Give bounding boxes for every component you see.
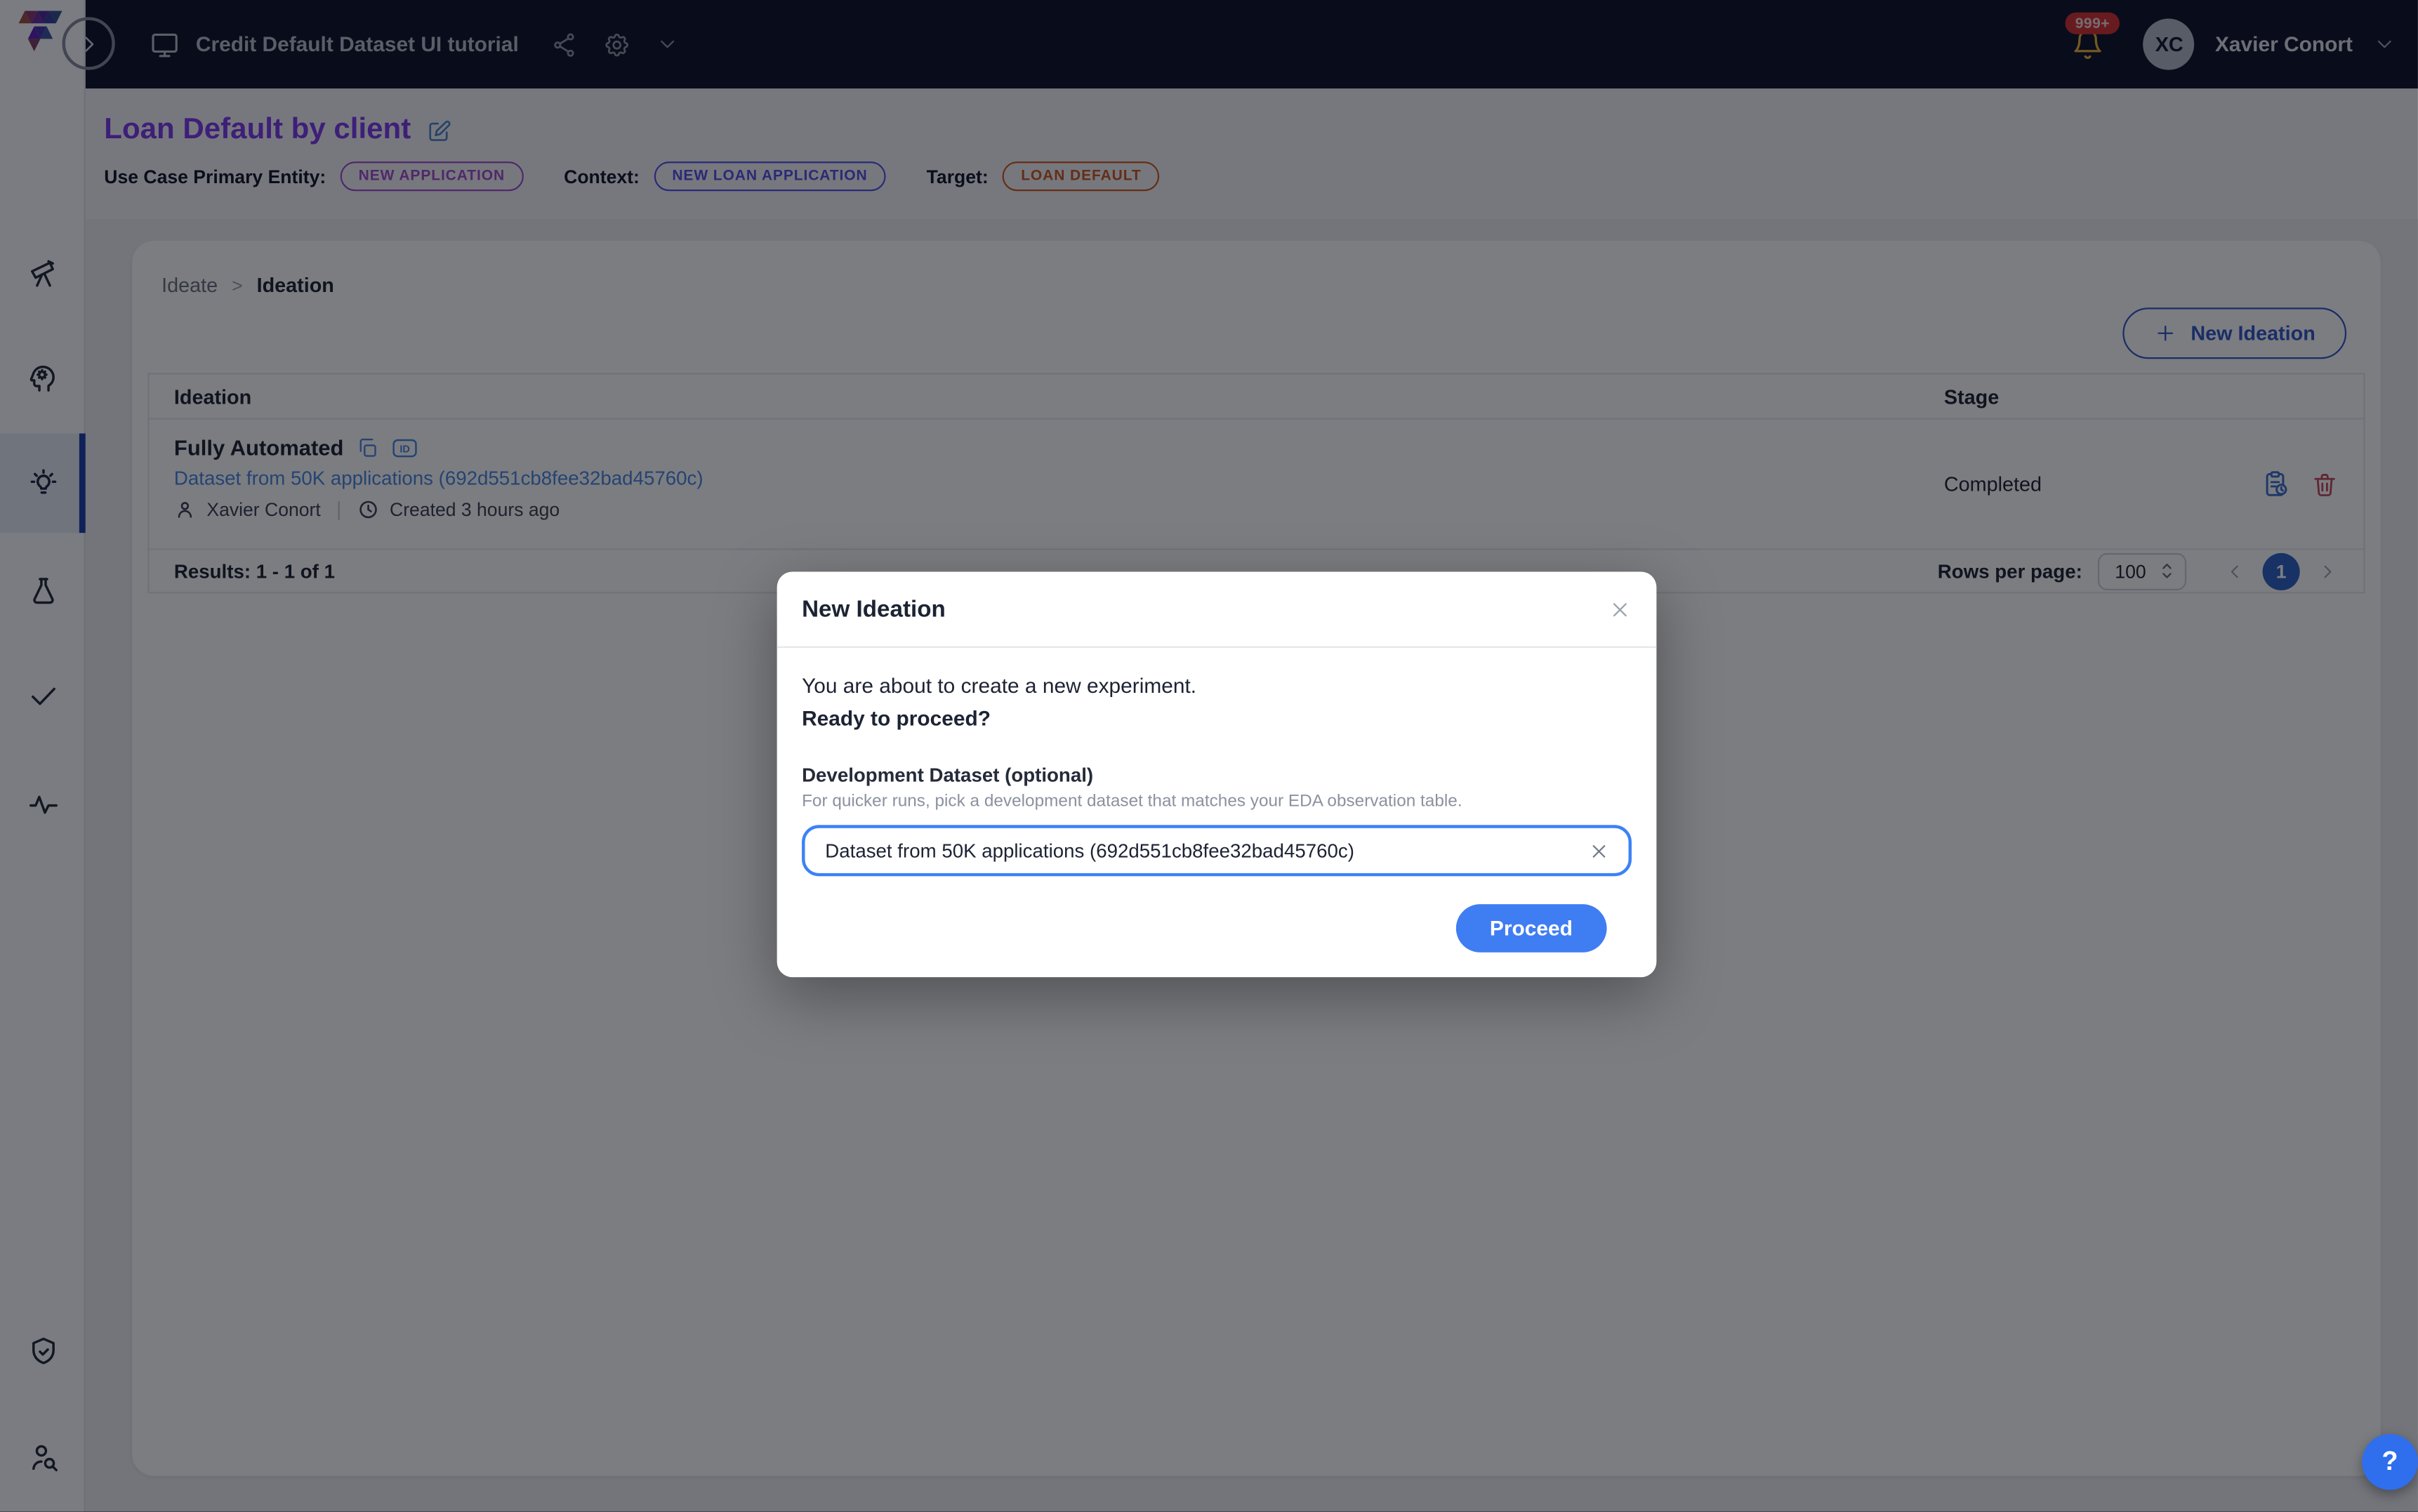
modal-title: New Ideation — [802, 596, 946, 623]
proceed-button[interactable]: Proceed — [1455, 904, 1606, 953]
modal-body-line1: You are about to create a new experiment… — [802, 675, 1632, 698]
app-root: Credit Default Dataset UI tutorial 999+ — [0, 0, 2418, 1512]
dataset-field-label: Development Dataset (optional) — [802, 764, 1632, 786]
dataset-field-help: For quicker runs, pick a development dat… — [802, 793, 1632, 811]
help-button[interactable]: ? — [2362, 1434, 2418, 1490]
modal-close-icon[interactable] — [1608, 597, 1632, 621]
new-ideation-modal: New Ideation You are about to create a n… — [777, 571, 1657, 977]
dataset-input-value: Dataset from 50K applications (692d551cb… — [825, 840, 1354, 861]
clear-input-icon[interactable] — [1588, 840, 1610, 861]
dataset-input[interactable]: Dataset from 50K applications (692d551cb… — [802, 825, 1632, 876]
modal-body-line2: Ready to proceed? — [802, 707, 1632, 730]
